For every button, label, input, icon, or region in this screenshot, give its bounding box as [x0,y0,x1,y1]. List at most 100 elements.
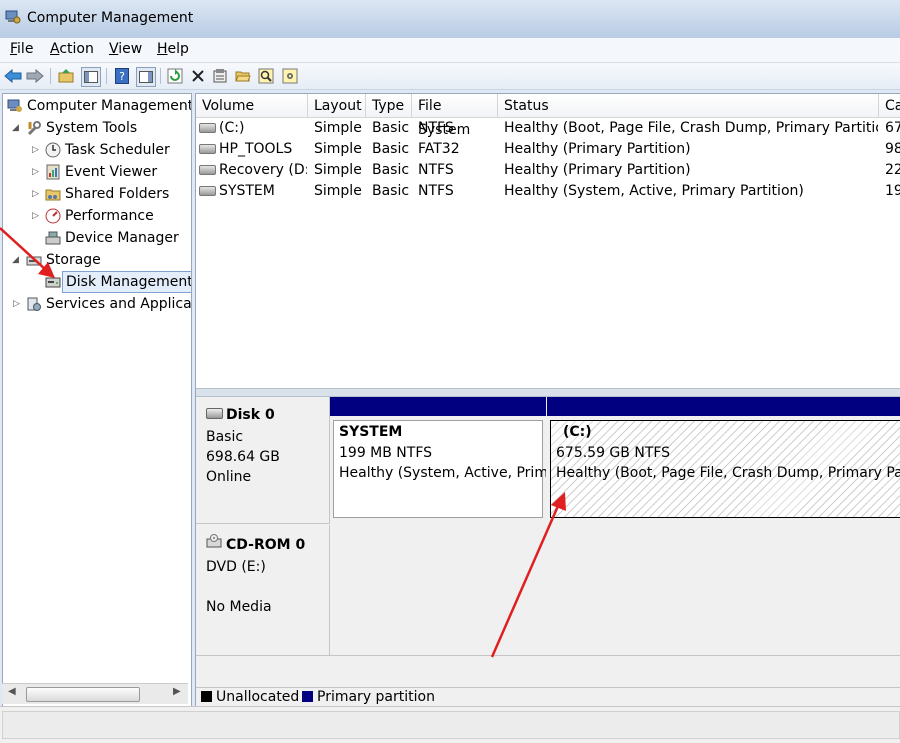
disk-management-icon [45,277,61,288]
volume-status: Healthy (Primary Partition) [504,162,691,178]
expanded-arrow-icon[interactable]: ◢ [12,249,19,271]
volume-type: Basic [372,162,410,178]
pane-splitter[interactable] [196,388,900,397]
volume-capacity: 22 [885,162,900,178]
drive-icon [199,186,216,196]
svg-text:?: ? [119,70,125,83]
column-header-capacity[interactable]: Ca [879,94,900,117]
volume-file-system: NTFS [418,120,454,136]
navigation-tree[interactable]: Computer Management ◢ System Tools ▷ Tas… [2,93,192,707]
scroll-thumb[interactable] [26,687,140,702]
scroll-left-icon[interactable]: ◀ [8,686,16,697]
delete-icon[interactable] [189,67,207,85]
unallocated-swatch [201,691,212,702]
cdrom-0-label[interactable]: CD-ROM 0 DVD (E:) No Media [196,525,330,656]
forward-arrow-icon[interactable] [26,67,44,85]
settings-icon[interactable] [281,67,299,85]
menu-action[interactable]: Action [50,41,94,57]
menu-file[interactable]: File [10,41,33,57]
volume-layout: Simple [314,162,362,178]
legend: Unallocated Primary partition [196,687,900,706]
scroll-right-icon[interactable]: ▶ [173,686,181,697]
volume-name: HP_TOOLS [219,141,293,157]
volume-file-system: NTFS [418,162,454,178]
column-header-type[interactable]: Type [366,94,412,117]
column-header-file-system[interactable]: File System [412,94,498,138]
cdrom-media-area[interactable] [330,525,900,656]
tree-item-label: System Tools [46,120,138,136]
volume-capacity: 67 [885,120,900,136]
disk-management-pane: Volume Layout Type File System Status Ca… [195,93,900,706]
volume-row-c[interactable]: (C:) Simple Basic NTFS Healthy (Boot, Pa… [196,118,900,139]
volume-row-hp-tools[interactable]: HP_TOOLS Simple Basic FAT32 Healthy (Pri… [196,139,900,160]
collapsed-arrow-icon[interactable]: ▷ [32,139,39,161]
volume-layout: Simple [314,141,362,157]
menu-bar: File Action View Help [0,38,900,63]
tree-item-label: Event Viewer [65,164,158,180]
window-title: Computer Management [27,10,194,26]
volume-row-recovery[interactable]: Recovery (D:) Simple Basic NTFS Healthy … [196,160,900,181]
toolbar: ? [0,63,900,90]
help-icon[interactable]: ? [113,67,131,85]
clock-icon [45,142,61,158]
collapsed-arrow-icon[interactable]: ▷ [32,161,39,183]
volume-status: Healthy (Boot, Page File, Crash Dump, Pr… [504,120,878,136]
drive-icon [199,165,216,175]
volume-type: Basic [372,120,410,136]
disk-name: Disk 0 [226,407,275,423]
collapsed-arrow-icon[interactable]: ▷ [13,293,20,315]
status-bar [0,706,900,743]
legend-unallocated: Unallocated [201,688,299,706]
partition-name: (C:) [563,424,592,440]
partition-status: Healthy (Boot, Page File, Crash Dump, Pr… [556,465,900,481]
services-icon [27,297,41,311]
tree-item-label: Shared Folders [65,186,170,202]
back-arrow-icon[interactable] [4,67,22,85]
partition-size: 675.59 GB NTFS [556,445,671,461]
disk-type: Basic [206,429,244,445]
disk-icon [206,408,223,419]
disk-state: Online [206,469,252,485]
cdrom-drive: DVD (E:) [206,559,266,575]
partition-system[interactable]: SYSTEM 199 MB NTFS Healthy (System, Acti… [330,397,546,521]
properties-icon[interactable] [211,67,229,85]
cdrom-icon [206,534,222,548]
cdrom-name: CD-ROM 0 [226,537,306,553]
search-icon[interactable] [257,67,275,85]
partition-c[interactable]: (C:) 675.59 GB NTFS Healthy (Boot, Page … [547,397,900,521]
volume-capacity: 19 [885,183,900,199]
disk-size: 698.64 GB [206,449,280,465]
open-icon[interactable] [234,67,252,85]
expanded-arrow-icon[interactable]: ◢ [12,117,19,139]
tree-horizontal-scrollbar[interactable]: ◀ ▶ [2,683,188,704]
collapsed-arrow-icon[interactable]: ▷ [32,183,39,205]
show-hide-action-pane-icon[interactable] [136,67,156,87]
menu-view[interactable]: View [109,41,142,57]
event-viewer-icon [46,164,60,180]
disk-graphical-view: Disk 0 Basic 698.64 GB Online SYSTEM 199… [196,397,900,687]
tree-item-label: Task Scheduler [65,142,170,158]
up-folder-icon[interactable] [57,67,75,85]
menu-help[interactable]: Help [157,41,189,57]
drive-icon [199,123,216,133]
device-manager-icon [45,231,61,245]
volume-list-header: Volume Layout Type File System Status Ca [196,94,900,138]
computer-management-icon [7,99,22,112]
volume-layout: Simple [314,120,362,136]
computer-management-icon [5,10,21,24]
volume-row-system[interactable]: SYSTEM Simple Basic NTFS Healthy (System… [196,181,900,202]
tree-item-label: Services and Applicat [46,296,192,312]
volume-layout: Simple [314,183,362,199]
tree-item-label: Computer Management [27,98,192,114]
column-header-volume[interactable]: Volume [196,94,308,117]
refresh-icon[interactable] [166,67,184,85]
show-hide-tree-icon[interactable] [81,67,101,87]
collapsed-arrow-icon[interactable]: ▷ [32,205,39,227]
disk-0-label[interactable]: Disk 0 Basic 698.64 GB Online [196,397,330,524]
shared-folder-icon [45,189,61,201]
tools-icon [27,121,41,136]
column-header-status[interactable]: Status [498,94,879,117]
title-bar[interactable]: Computer Management [0,0,900,38]
tree-item-label: Performance [65,208,154,224]
column-header-layout[interactable]: Layout [308,94,366,117]
